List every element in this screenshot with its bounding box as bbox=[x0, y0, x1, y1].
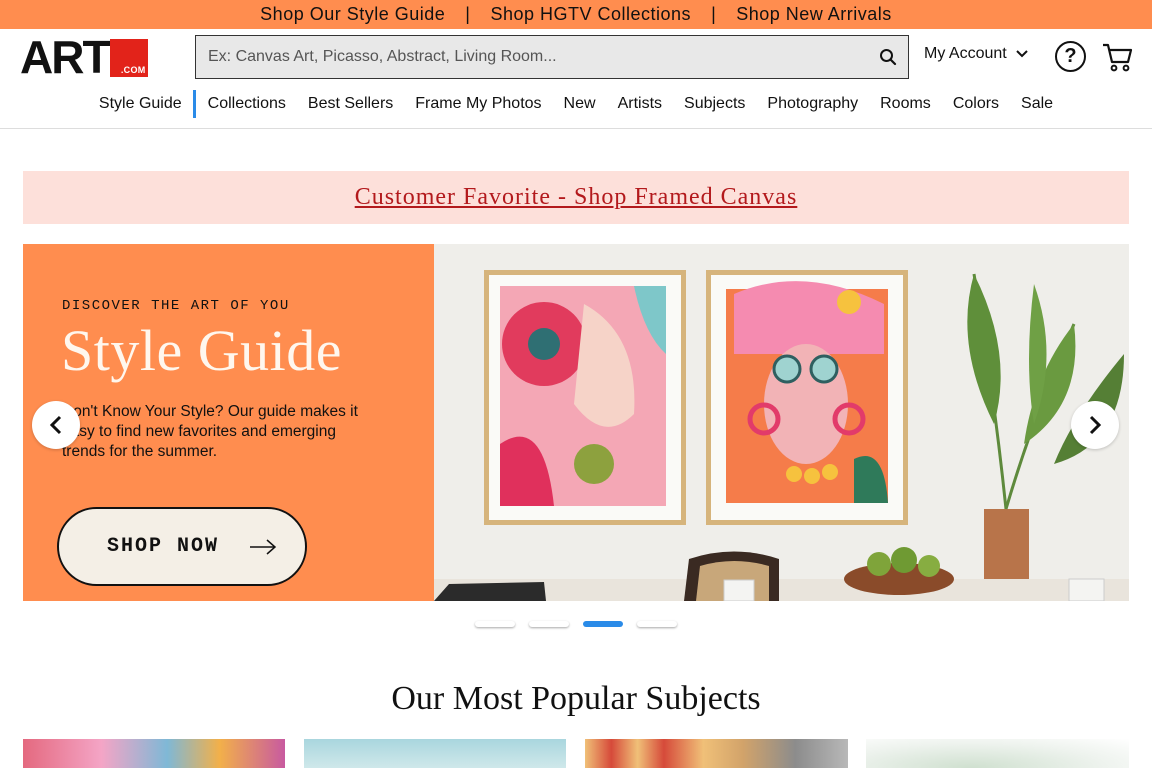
shop-now-button[interactable]: SHOP NOW bbox=[57, 507, 307, 586]
help-icon[interactable]: ? bbox=[1055, 41, 1086, 72]
nav-item-colors[interactable]: Colors bbox=[942, 90, 1010, 118]
shop-now-label: SHOP NOW bbox=[107, 535, 220, 558]
hero-room-illustration bbox=[434, 244, 1129, 601]
carousel-dot[interactable] bbox=[475, 621, 515, 627]
hero-image bbox=[434, 244, 1129, 601]
nav-item-best-sellers[interactable]: Best Sellers bbox=[297, 90, 404, 118]
arrow-right-icon bbox=[250, 538, 277, 555]
subject-tile[interactable] bbox=[304, 739, 566, 768]
subject-tile[interactable] bbox=[866, 739, 1129, 768]
account-label: My Account bbox=[924, 45, 1007, 62]
main-nav: Style Guide Collections Best Sellers Fra… bbox=[0, 90, 1152, 129]
logo-suffix: .COM bbox=[120, 65, 146, 75]
framed-canvas-link[interactable]: Customer Favorite - Shop Framed Canvas bbox=[355, 184, 798, 211]
logo-red-box: .COM bbox=[109, 39, 148, 77]
subject-tile[interactable] bbox=[23, 739, 285, 768]
chevron-right-icon bbox=[1089, 415, 1102, 435]
nav-item-artists[interactable]: Artists bbox=[607, 90, 673, 118]
hero-title: Style Guide bbox=[61, 318, 342, 383]
carousel-dots bbox=[475, 621, 677, 627]
hero-eyebrow: DISCOVER THE ART OF YOU bbox=[62, 298, 290, 314]
search-button[interactable] bbox=[868, 36, 908, 78]
carousel-dot[interactable] bbox=[637, 621, 677, 627]
my-account-menu[interactable]: My Account bbox=[924, 45, 1029, 63]
logo-text: ART bbox=[20, 31, 111, 83]
chevron-down-icon bbox=[1015, 50, 1028, 58]
promo-link-new-arrivals[interactable]: Shop New Arrivals bbox=[736, 4, 892, 25]
nav-divider bbox=[0, 128, 1152, 129]
promo-banner: Customer Favorite - Shop Framed Canvas bbox=[23, 171, 1129, 224]
promo-link-style-guide[interactable]: Shop Our Style Guide bbox=[260, 4, 445, 25]
subject-tile[interactable] bbox=[585, 739, 848, 768]
hero-text-panel: DISCOVER THE ART OF YOU Style Guide Don'… bbox=[23, 244, 434, 601]
carousel-dot[interactable] bbox=[529, 621, 569, 627]
hero-carousel: DISCOVER THE ART OF YOU Style Guide Don'… bbox=[23, 244, 1129, 601]
carousel-dot-active[interactable] bbox=[583, 621, 623, 627]
nav-item-new[interactable]: New bbox=[553, 90, 607, 118]
hero-description: Don't Know Your Style? Our guide makes i… bbox=[62, 403, 358, 460]
nav-item-frame-my-photos[interactable]: Frame My Photos bbox=[404, 90, 552, 118]
search-icon bbox=[880, 49, 897, 66]
nav-item-style-guide[interactable]: Style Guide bbox=[88, 90, 196, 118]
nav-item-rooms[interactable]: Rooms bbox=[869, 90, 942, 118]
nav-item-subjects[interactable]: Subjects bbox=[673, 90, 756, 118]
chevron-left-icon bbox=[49, 415, 62, 435]
carousel-next-button[interactable] bbox=[1071, 401, 1119, 449]
search-bar bbox=[195, 35, 909, 79]
site-logo[interactable]: ART .COM bbox=[20, 31, 148, 83]
search-input[interactable] bbox=[196, 36, 868, 78]
subject-tiles bbox=[23, 739, 1129, 768]
nav-item-collections[interactable]: Collections bbox=[197, 90, 297, 118]
promo-bar: Shop Our Style Guide | Shop HGTV Collect… bbox=[0, 0, 1152, 29]
nav-item-sale[interactable]: Sale bbox=[1010, 90, 1064, 118]
cart-icon[interactable] bbox=[1101, 41, 1133, 78]
promo-link-hgtv[interactable]: Shop HGTV Collections bbox=[490, 4, 691, 25]
nav-item-photography[interactable]: Photography bbox=[756, 90, 869, 118]
promo-separator: | bbox=[465, 4, 471, 24]
promo-separator: | bbox=[711, 4, 717, 24]
carousel-prev-button[interactable] bbox=[32, 401, 80, 449]
popular-subjects-title: Our Most Popular Subjects bbox=[391, 680, 761, 717]
